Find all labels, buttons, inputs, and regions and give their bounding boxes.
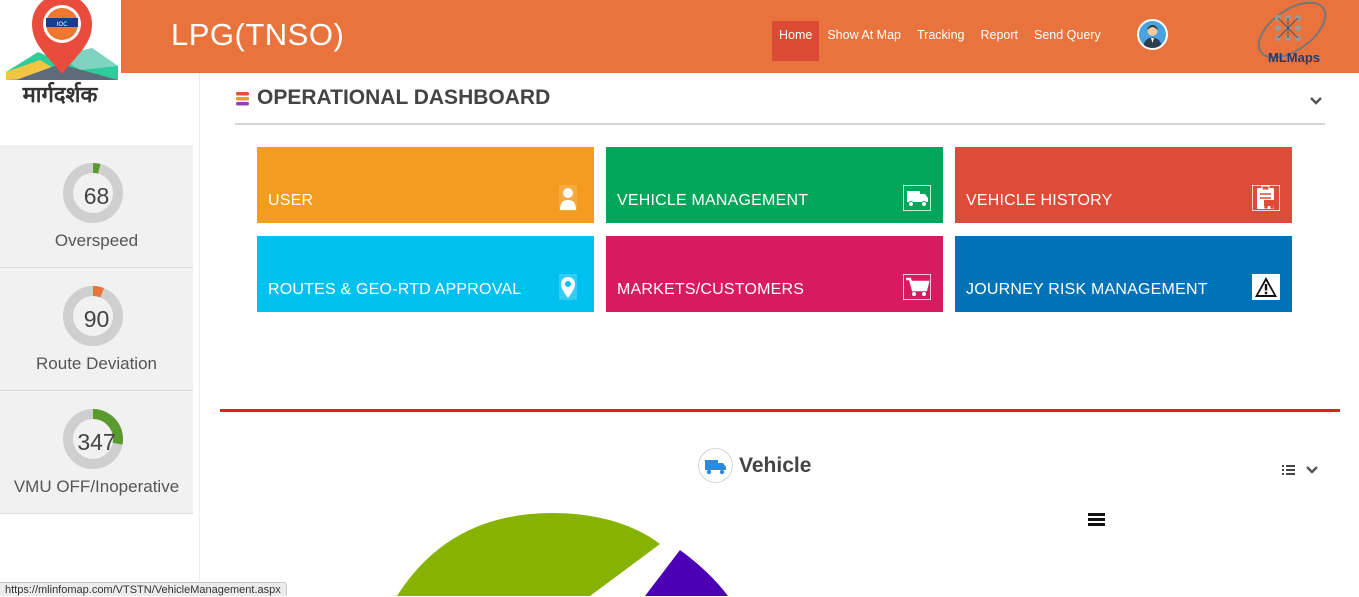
tile-routes-geo-rtd[interactable]: ROUTES & GEO-RTD APPROVAL — [257, 236, 594, 312]
mlmaps-logo-text: MLMaps — [1268, 50, 1320, 65]
route-deviation-count: 90 — [83, 306, 110, 332]
stack-icon — [236, 92, 249, 106]
app-title: LPG(TNSO) — [171, 17, 345, 52]
tile-journey-risk-label: JOURNEY RISK MANAGEMENT — [966, 281, 1208, 298]
chart-menu-icon[interactable] — [1088, 512, 1105, 527]
dashboard-header: OPERATIONAL DASHBOARD — [235, 84, 1325, 125]
margdarshak-logo: IOC मार्गदर्शक — [0, 0, 121, 108]
top-header: LPG(TNSO) Home Show At Map Tracking Repo… — [0, 0, 1359, 73]
tile-routes-label: ROUTES & GEO-RTD APPROVAL — [268, 281, 522, 298]
map-pin-icon — [559, 274, 577, 300]
tile-markets-customers[interactable]: MARKETS/CUSTOMERS — [606, 236, 943, 312]
logo-hindi-text: मार्गदर्शक — [22, 81, 99, 108]
nav-home[interactable]: Home — [772, 21, 820, 61]
dashboard-title: OPERATIONAL DASHBOARD — [257, 86, 551, 109]
cart-icon — [903, 274, 931, 300]
vehicle-truck-icon — [698, 448, 733, 483]
overspeed-label: Overspeed — [54, 231, 139, 250]
pie-slice-purple[interactable] — [645, 550, 728, 596]
overspeed-card[interactable]: 68 Overspeed — [0, 145, 193, 268]
vehicle-section-title: Vehicle — [739, 454, 812, 477]
donut-arc — [92, 163, 101, 174]
pie-slice-green[interactable] — [397, 512, 660, 596]
tile-markets-label: MARKETS/CUSTOMERS — [617, 281, 805, 298]
tile-user[interactable]: USER — [257, 147, 594, 223]
sidebar: 68 Overspeed 90 Route Deviation 347 VMU … — [0, 145, 193, 514]
sidebar-divider — [199, 73, 200, 596]
route-deviation-card[interactable]: 90 Route Deviation — [0, 268, 193, 391]
main-nav: Home Show At Map Tracking Report Send Qu… — [772, 21, 1109, 61]
indianoil-emblem: IOC — [57, 21, 68, 28]
chevron-down-icon[interactable] — [1309, 96, 1323, 106]
nav-show-at-map[interactable]: Show At Map — [819, 21, 909, 61]
vmu-off-card[interactable]: 347 VMU OFF/Inoperative — [0, 391, 193, 514]
nav-tracking[interactable]: Tracking — [909, 21, 972, 61]
browser-status-url: https://mlinfomap.com/VTSTN/VehicleManag… — [0, 582, 287, 596]
overspeed-count: 68 — [83, 183, 110, 209]
tile-vehicle-management-label: VEHICLE MANAGEMENT — [617, 192, 809, 209]
tile-vehicle-history[interactable]: VEHICLE HISTORY — [955, 147, 1292, 223]
list-icon[interactable] — [1282, 465, 1295, 475]
donut-arc — [92, 286, 105, 298]
vmu-off-label: VMU OFF/Inoperative — [13, 477, 180, 496]
user-icon — [559, 185, 577, 211]
nav-send-query[interactable]: Send Query — [1026, 21, 1109, 61]
mlmaps-logo: MLMaps — [1250, 0, 1338, 68]
tile-vehicle-management[interactable]: VEHICLE MANAGEMENT — [606, 147, 943, 223]
history-clipboard-icon — [1252, 185, 1280, 211]
tile-user-label: USER — [268, 192, 314, 209]
vehicle-chevron-down-icon[interactable] — [1306, 466, 1318, 474]
user-avatar-icon[interactable] — [1137, 19, 1168, 50]
section-divider — [220, 409, 1340, 412]
tile-journey-risk[interactable]: JOURNEY RISK MANAGEMENT — [955, 236, 1292, 312]
route-deviation-label: Route Deviation — [36, 354, 157, 373]
tile-vehicle-history-label: VEHICLE HISTORY — [966, 192, 1113, 209]
vehicle-section-controls — [1281, 462, 1321, 478]
vmu-off-count: 347 — [77, 429, 116, 455]
nav-report[interactable]: Report — [972, 21, 1026, 61]
vehicle-pie-chart — [397, 512, 728, 596]
truck-icon — [903, 185, 931, 211]
warning-icon — [1252, 274, 1280, 300]
